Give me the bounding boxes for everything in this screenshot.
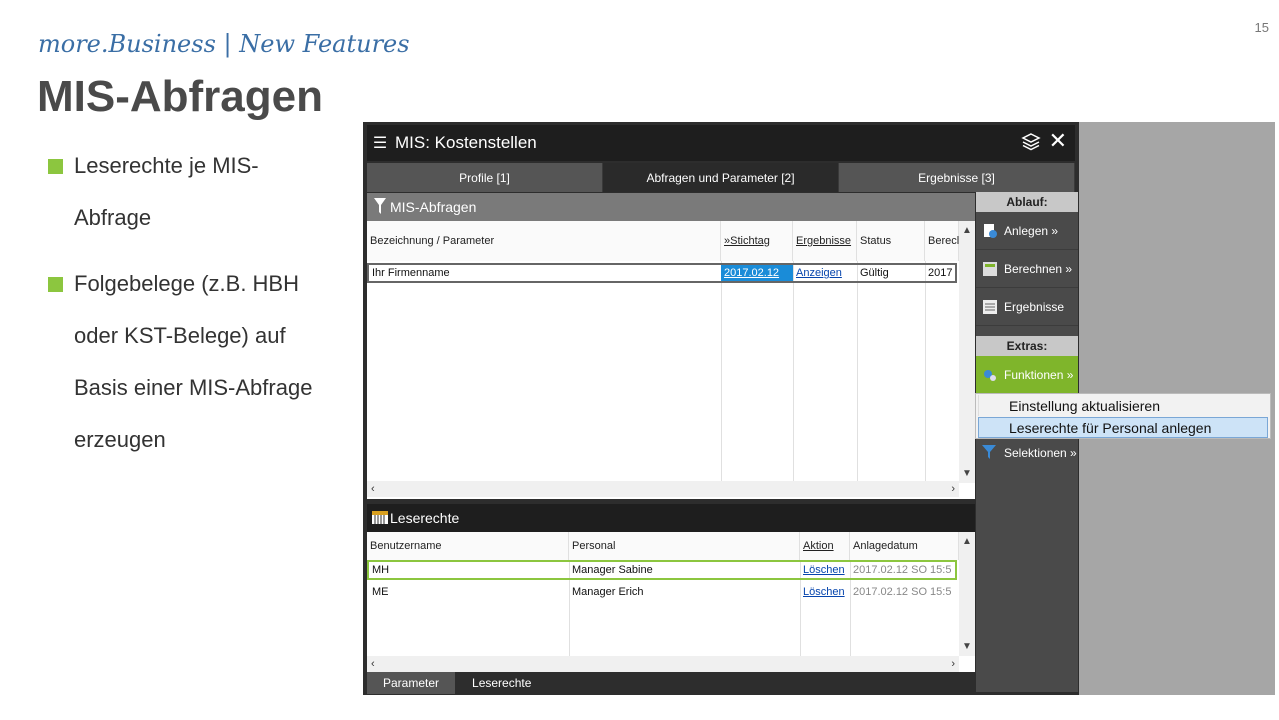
col-header-username[interactable]: Benutzername [367, 532, 569, 560]
extras-header: Extras: [976, 336, 1078, 356]
flow-header: Ablauf: [976, 192, 1078, 212]
status-cell: Gültig [860, 267, 889, 279]
col-header-action[interactable]: Aktion [800, 532, 850, 560]
page-number: 15 [1254, 20, 1269, 35]
horizontal-scrollbar[interactable]: ‹ › [367, 481, 959, 497]
scroll-up-icon[interactable]: ▲ [959, 225, 975, 236]
document-add-icon [982, 223, 1000, 239]
window-title: MIS: Kostenstellen [395, 133, 537, 152]
window-titlebar: ☰ MIS: Kostenstellen ✕ [367, 125, 1075, 161]
tab-permissions[interactable]: Leserechte [456, 672, 548, 694]
functions-dropdown-menu: Einstellung aktualisieren Leserechte für… [975, 393, 1271, 439]
delete-link[interactable]: Löschen [800, 562, 850, 578]
scroll-down-icon[interactable]: ▼ [959, 641, 975, 652]
results-button[interactable]: Ergebnisse [976, 288, 1078, 326]
bullet-square-icon [48, 159, 63, 174]
col-header-status[interactable]: Status [857, 221, 925, 261]
queries-grid: Bezeichnung / Parameter »Stichtag Ergebn… [367, 221, 975, 499]
results-list-icon [982, 299, 1000, 315]
permissions-section-title: Leserechte [390, 510, 460, 526]
col-header-person[interactable]: Personal [569, 532, 800, 560]
scroll-right-icon[interactable]: › [951, 658, 955, 670]
table-row[interactable]: MH Manager Sabine Löschen 2017.02.12 SO … [367, 560, 957, 580]
queries-section-title: MIS-Abfragen [390, 199, 477, 215]
brand-subtitle: more.Business | New Features [38, 30, 410, 58]
scroll-left-icon[interactable]: ‹ [371, 483, 375, 495]
tab-bar: Profile [1] Abfragen und Parameter [2] E… [367, 163, 1075, 192]
col-header-name[interactable]: Bezeichnung / Parameter [367, 221, 721, 261]
calculate-button[interactable]: Berechnen » [976, 250, 1078, 288]
functions-button[interactable]: Funktionen » [976, 356, 1078, 394]
horizontal-scrollbar[interactable]: ‹ › [367, 656, 959, 672]
scroll-up-icon[interactable]: ▲ [959, 536, 975, 547]
delete-link[interactable]: Löschen [800, 582, 850, 602]
calculator-icon [982, 261, 1000, 277]
column-divider [721, 261, 722, 481]
queries-section-header: MIS-Abfragen [367, 193, 975, 221]
scroll-left-icon[interactable]: ‹ [371, 658, 375, 670]
slide-title: MIS-Abfragen [37, 72, 323, 121]
col-header-created-date[interactable]: Anlagedatum [850, 532, 959, 560]
selections-button[interactable]: Selektionen » [976, 434, 1078, 472]
mis-window: ☰ MIS: Kostenstellen ✕ Profile [1] Abfra… [363, 122, 1079, 695]
tab-queries-parameters[interactable]: Abfragen und Parameter [2] [603, 163, 839, 192]
vertical-scrollbar[interactable]: ▲ ▼ [959, 532, 975, 656]
table-row[interactable]: Ihr Firmenname 2017.02.12 Anzeigen Gülti… [367, 263, 957, 283]
filter-icon [370, 197, 390, 217]
tab-results[interactable]: Ergebnisse [3] [839, 163, 1075, 192]
show-results-link[interactable]: Anzeigen [793, 265, 857, 281]
scroll-right-icon[interactable]: › [951, 483, 955, 495]
column-divider [925, 261, 926, 481]
column-divider [793, 261, 794, 481]
gear-icon [982, 367, 1000, 383]
calendar-icon [370, 509, 390, 528]
create-button[interactable]: Anlegen » [976, 212, 1078, 250]
table-row[interactable]: ME Manager Erich Löschen 2017.02.12 SO 1… [369, 582, 957, 602]
date-link[interactable]: 2017.02.12 [721, 265, 793, 281]
bottom-tab-bar: Parameter Leserechte [367, 672, 975, 694]
filter-icon [982, 445, 1000, 461]
scroll-down-icon[interactable]: ▼ [959, 468, 975, 479]
permissions-section-header: Leserechte [367, 504, 975, 532]
bullet-item: Leserechte je MIS-Abfrage [48, 140, 348, 244]
tab-profile[interactable]: Profile [1] [367, 163, 603, 192]
permissions-grid: Benutzername Personal Aktion Anlagedatum… [367, 532, 975, 672]
column-divider [857, 261, 858, 481]
col-header-results[interactable]: Ergebnisse [793, 221, 857, 261]
layers-icon[interactable] [1021, 132, 1041, 157]
vertical-scrollbar[interactable]: ▲ ▼ [959, 221, 975, 483]
list-icon[interactable]: ☰ [369, 133, 391, 153]
menu-item-update-setting[interactable]: Einstellung aktualisieren [978, 395, 1268, 416]
slide: more.Business | New Features MIS-Abfrage… [0, 0, 1279, 720]
bullet-square-icon [48, 277, 63, 292]
action-sidebar: Ablauf: Anlegen » Berechnen » Ergebnisse… [976, 192, 1078, 692]
col-header-calc[interactable]: Berecl [925, 221, 959, 261]
bullet-list: Leserechte je MIS-Abfrage Folgebelege (z… [48, 140, 348, 480]
bullet-item: Folgebelege (z.B. HBH oder KST-Belege) a… [48, 258, 348, 466]
tab-parameter[interactable]: Parameter [367, 672, 456, 694]
menu-item-create-permissions[interactable]: Leserechte für Personal anlegen [978, 417, 1268, 438]
col-header-date[interactable]: »Stichtag [721, 221, 793, 261]
close-icon[interactable]: ✕ [1049, 128, 1067, 154]
